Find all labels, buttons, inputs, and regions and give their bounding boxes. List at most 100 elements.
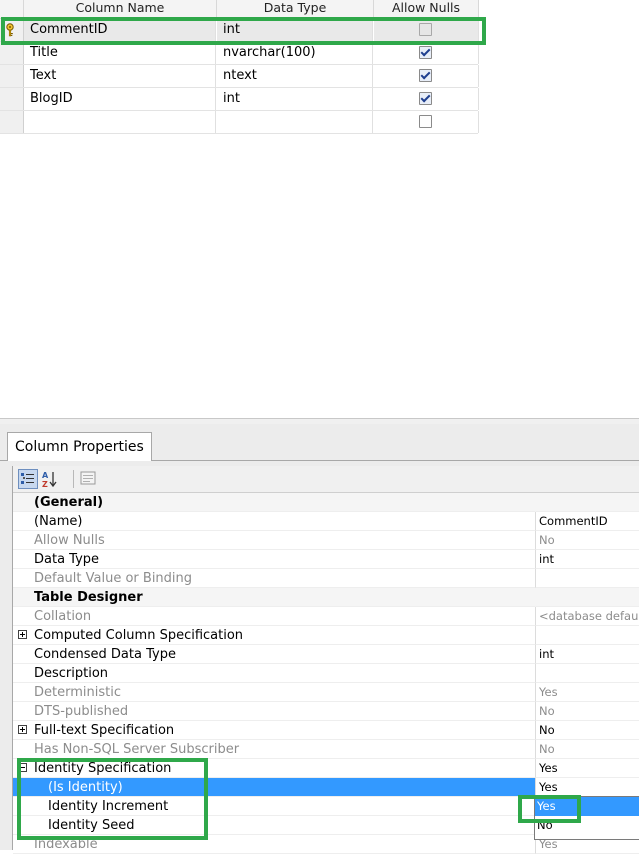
table-row[interactable]: Title nvarchar(100) [0,42,479,65]
property-row-identity-specification[interactable]: Identity Specification Yes [13,759,639,778]
data-type-cell[interactable]: int [217,88,373,110]
property-grid: A Z (General) (Name) CommentID Allow Nulls N… [12,466,639,854]
svg-text:A: A [42,471,49,480]
property-name: DTS-published [13,702,535,721]
data-type-cell[interactable]: nvarchar(100) [217,42,373,64]
property-row-name[interactable]: (Name) CommentID [13,512,639,531]
allow-nulls-checkbox[interactable] [419,92,432,105]
property-name: Collation [13,607,535,626]
property-value[interactable]: <database default> [535,607,639,626]
property-row-is-identity[interactable]: (Is Identity) Yes [13,778,639,797]
column-name-cell[interactable]: CommentID [24,19,216,41]
property-name: Identity Seed [13,816,535,835]
table-row[interactable]: Text ntext [0,65,479,88]
primary-key-icon [6,23,14,37]
table-row[interactable] [0,111,479,134]
is-identity-dropdown[interactable]: Yes No [534,796,639,840]
property-value[interactable]: No [535,702,639,721]
property-row-description[interactable]: Description [13,664,639,683]
property-name: Default Value or Binding [13,569,535,588]
allow-nulls-cell [374,65,479,87]
table-row[interactable]: CommentID int [0,19,479,42]
allow-nulls-checkbox[interactable] [419,115,432,128]
property-name: (Is Identity) [13,778,535,797]
property-row-dts-published[interactable]: DTS-published No [13,702,639,721]
allow-nulls-checkbox[interactable] [419,23,432,36]
property-value[interactable]: int [535,550,639,569]
property-value[interactable]: Yes [535,778,639,797]
row-selector[interactable] [0,19,24,41]
row-selector-header [0,0,24,18]
property-value[interactable]: Yes [535,759,639,778]
property-name: Table Designer [13,588,535,607]
row-selector[interactable] [0,88,24,110]
data-type-cell[interactable] [217,111,373,133]
property-name: Allow Nulls [13,531,535,550]
property-value[interactable]: Yes [535,683,639,702]
property-value [535,493,639,512]
table-designer-grid: Column Name Data Type Allow Nulls Commen… [0,0,479,134]
allow-nulls-cell [374,111,479,133]
property-value[interactable] [535,569,639,588]
dropdown-option-no[interactable]: No [535,816,639,835]
data-type-cell[interactable]: int [217,19,373,41]
column-name-cell[interactable]: Title [24,42,216,64]
property-value[interactable]: int [535,645,639,664]
allow-nulls-cell [374,88,479,110]
column-name-header[interactable]: Column Name [24,0,217,18]
alphabetical-sort-icon[interactable]: A Z [40,469,60,489]
property-name: Full-text Specification [13,721,535,740]
row-selector[interactable] [0,65,24,87]
property-row-default-value-or-binding[interactable]: Default Value or Binding [13,569,639,588]
svg-text:Z: Z [42,480,48,489]
data-type-header[interactable]: Data Type [217,0,374,18]
property-row-collation[interactable]: Collation<database default> [13,607,639,626]
allow-nulls-checkbox[interactable] [419,69,432,82]
property-row-computed-column-specification[interactable]: Computed Column Specification [13,626,639,645]
grid-header: Column Name Data Type Allow Nulls [0,0,479,19]
property-row-condensed-data-type[interactable]: Condensed Data Type int [13,645,639,664]
property-row-table-designer[interactable]: Table Designer [13,588,639,607]
tab-column-properties[interactable]: Column Properties [7,432,152,461]
property-value[interactable]: No [535,531,639,550]
property-value[interactable]: No [535,740,639,759]
allow-nulls-checkbox[interactable] [419,46,432,59]
allow-nulls-cell [374,42,479,64]
property-row-allow-nulls[interactable]: Allow Nulls No [13,531,639,550]
toolbar-separator [73,470,74,488]
property-name: Has Non-SQL Server Subscriber [13,740,535,759]
property-pages-icon[interactable] [79,469,99,489]
allow-nulls-header[interactable]: Allow Nulls [374,0,479,18]
property-name: (Name) [13,512,535,531]
property-grid-toolbar: A Z [13,466,639,493]
row-selector[interactable] [0,111,24,133]
table-row[interactable]: BlogID int [0,88,479,111]
grid-rows: CommentID int Title nvarchar(100) Text ntext B… [0,19,479,134]
property-value[interactable] [535,664,639,683]
property-name: Identity Specification [13,759,535,778]
property-name: Indexable [13,835,535,854]
property-name: Condensed Data Type [13,645,535,664]
data-type-cell[interactable]: ntext [217,65,373,87]
property-value[interactable]: CommentID [535,512,639,531]
property-value[interactable]: No [535,721,639,740]
column-name-cell[interactable]: Text [24,65,216,87]
property-value [535,588,639,607]
property-name: Data Type [13,550,535,569]
dropdown-option-yes[interactable]: Yes [535,797,639,816]
allow-nulls-cell [374,19,479,41]
property-row-deterministic[interactable]: Deterministic Yes [13,683,639,702]
property-name: Identity Increment [13,797,535,816]
property-name: Description [13,664,535,683]
column-name-cell[interactable]: BlogID [24,88,216,110]
property-row-general[interactable]: (General) [13,493,639,512]
column-properties-panel: Column Properties A Z (General) (Name) C… [0,424,639,854]
column-name-cell[interactable] [24,111,216,133]
categorized-icon[interactable] [18,469,38,489]
property-row-has-non-sql-server-subscriber[interactable]: Has Non-SQL Server Subscriber No [13,740,639,759]
property-name: Deterministic [13,683,535,702]
property-value[interactable] [535,626,639,645]
property-row-full-text-specification[interactable]: Full-text Specification No [13,721,639,740]
property-row-data-type[interactable]: Data Type int [13,550,639,569]
row-selector[interactable] [0,42,24,64]
